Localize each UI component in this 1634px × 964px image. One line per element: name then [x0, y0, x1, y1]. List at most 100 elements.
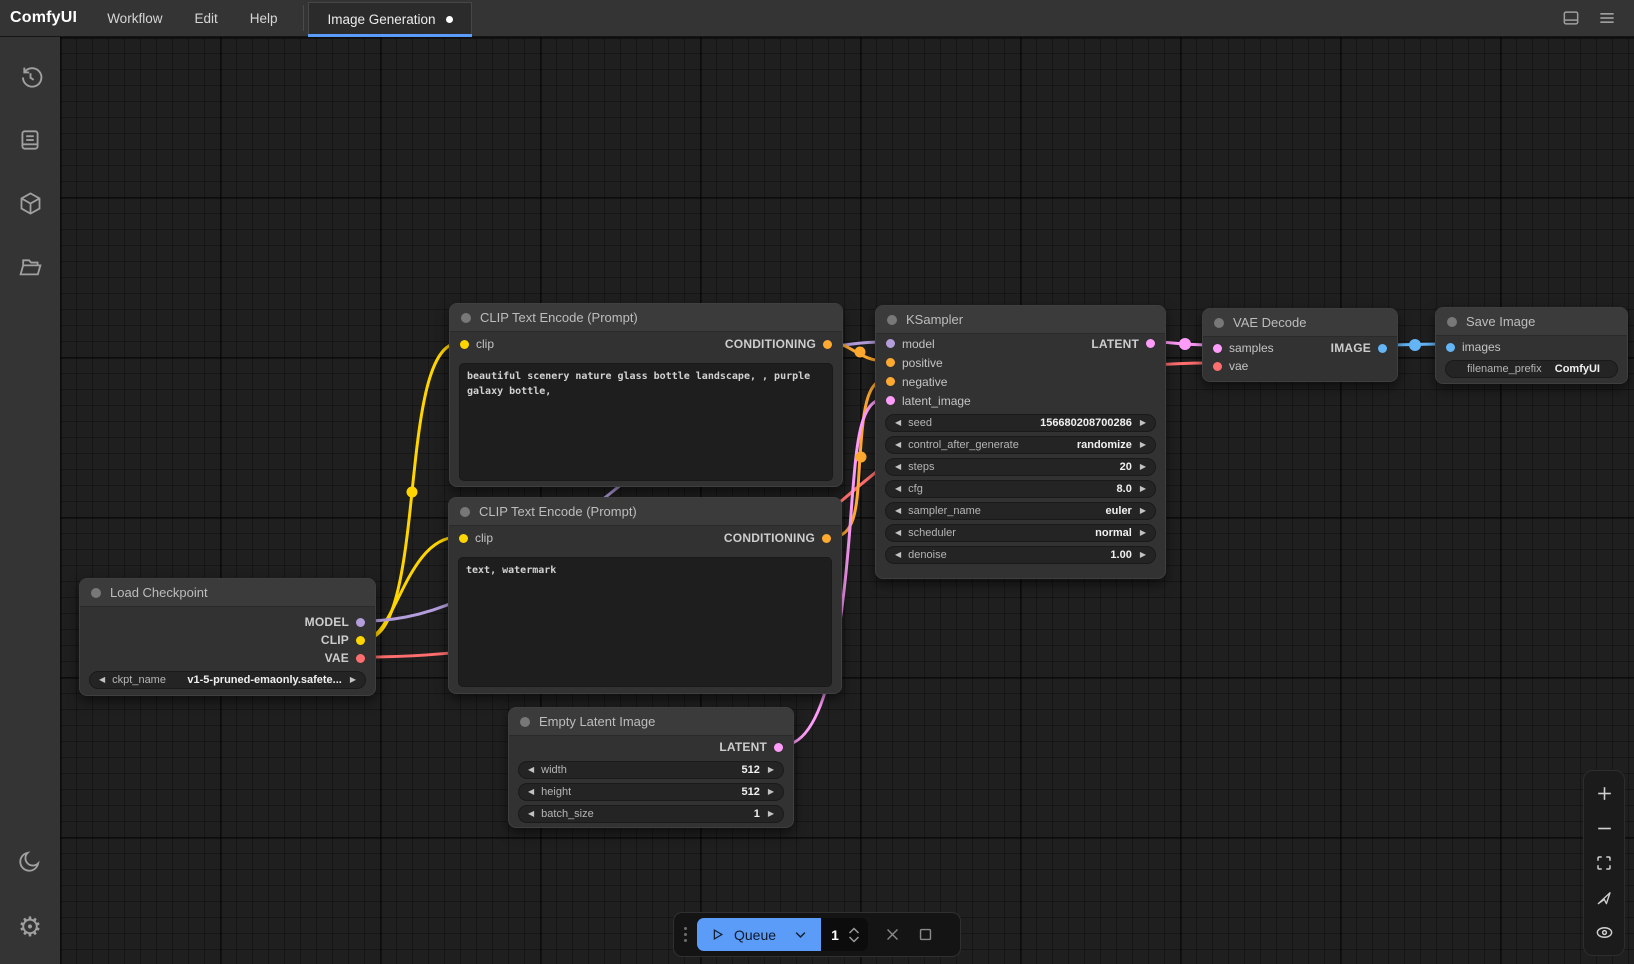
- stepper-up-icon[interactable]: [848, 927, 860, 934]
- widget-control-after-generate[interactable]: ◀ control_after_generate randomize ▶: [885, 436, 1156, 454]
- chevron-down-icon: [793, 927, 808, 942]
- node-title-bar[interactable]: VAE Decode: [1203, 309, 1397, 337]
- widget-steps[interactable]: ◀ steps 20 ▶: [885, 458, 1156, 476]
- widget-ckpt-name[interactable]: ◀ ckpt_name v1-5-pruned-emaonly.safete..…: [89, 671, 366, 689]
- drag-handle[interactable]: [684, 927, 687, 942]
- collapse-dot-icon[interactable]: [520, 717, 530, 727]
- arrow-left-icon[interactable]: ◀: [528, 810, 534, 818]
- port-vae-input[interactable]: [1213, 362, 1222, 371]
- collapse-dot-icon[interactable]: [1214, 318, 1224, 328]
- port-samples-input[interactable]: [1213, 344, 1222, 353]
- node-ksampler[interactable]: KSampler model LATENT positive negative …: [875, 305, 1166, 579]
- zoom-out-button[interactable]: [1592, 816, 1616, 840]
- model-library-icon[interactable]: [0, 180, 60, 226]
- batch-count-input[interactable]: 1: [821, 918, 868, 951]
- collapse-dot-icon[interactable]: [461, 313, 471, 323]
- widget-filename-prefix[interactable]: filename_prefix ComfyUI: [1445, 360, 1618, 378]
- negative-prompt-textarea[interactable]: text, watermark: [458, 557, 832, 687]
- arrow-right-icon[interactable]: ▶: [1140, 419, 1146, 427]
- node-empty-latent-image[interactable]: Empty Latent Image LATENT ◀ width 512 ▶ …: [508, 707, 794, 828]
- arrow-left-icon[interactable]: ◀: [895, 463, 901, 471]
- workflows-folder-icon[interactable]: [0, 243, 60, 289]
- port-image-output[interactable]: [1378, 344, 1387, 353]
- bottom-panel-icon[interactable]: [1560, 7, 1582, 29]
- node-library-icon[interactable]: [0, 117, 60, 163]
- node-vae-decode[interactable]: VAE Decode samples IMAGE vae: [1202, 308, 1398, 382]
- menu-item-help[interactable]: Help: [234, 0, 294, 37]
- node-clip-text-encode-positive[interactable]: CLIP Text Encode (Prompt) clip CONDITION…: [449, 303, 843, 487]
- arrow-left-icon[interactable]: ◀: [895, 507, 901, 515]
- widget-sampler-name[interactable]: ◀ sampler_name euler ▶: [885, 502, 1156, 520]
- port-conditioning-output[interactable]: [823, 340, 832, 349]
- arrow-left-icon[interactable]: ◀: [895, 551, 901, 559]
- menu-item-workflow[interactable]: Workflow: [91, 0, 178, 37]
- collapse-dot-icon[interactable]: [1447, 317, 1457, 327]
- arrow-right-icon[interactable]: ▶: [768, 810, 774, 818]
- widget-cfg[interactable]: ◀ cfg 8.0 ▶: [885, 480, 1156, 498]
- arrow-left-icon[interactable]: ◀: [895, 419, 901, 427]
- port-latent-image-input[interactable]: [886, 396, 895, 405]
- port-negative-input[interactable]: [886, 377, 895, 386]
- node-title-bar[interactable]: Save Image: [1436, 308, 1627, 336]
- port-clip-output[interactable]: [356, 636, 365, 645]
- arrow-left-icon[interactable]: ◀: [895, 529, 901, 537]
- node-title-bar[interactable]: KSampler: [876, 306, 1165, 334]
- collapse-dot-icon[interactable]: [460, 507, 470, 517]
- menu-icon[interactable]: [1596, 7, 1618, 29]
- arrow-right-icon[interactable]: ▶: [1140, 507, 1146, 515]
- clear-queue-button[interactable]: [884, 926, 901, 943]
- port-model-output[interactable]: [356, 618, 365, 627]
- arrow-right-icon[interactable]: ▶: [1140, 551, 1146, 559]
- port-conditioning-output[interactable]: [822, 534, 831, 543]
- widget-batch-size[interactable]: ◀ batch_size 1 ▶: [518, 805, 784, 823]
- port-positive-input[interactable]: [886, 358, 895, 367]
- arrow-right-icon[interactable]: ▶: [1140, 463, 1146, 471]
- fit-view-button[interactable]: [1592, 851, 1616, 875]
- settings-gear-icon[interactable]: ⚙: [0, 904, 60, 950]
- zoom-in-button[interactable]: [1592, 782, 1616, 806]
- widget-width[interactable]: ◀ width 512 ▶: [518, 761, 784, 779]
- menu-item-edit[interactable]: Edit: [178, 0, 233, 37]
- node-title-bar[interactable]: Empty Latent Image: [509, 708, 793, 736]
- arrow-right-icon[interactable]: ▶: [1140, 485, 1146, 493]
- toggle-link-visibility-button[interactable]: [1592, 920, 1616, 944]
- port-model-input[interactable]: [886, 339, 895, 348]
- workflow-tab[interactable]: Image Generation: [308, 2, 471, 37]
- widget-scheduler[interactable]: ◀ scheduler normal ▶: [885, 524, 1156, 542]
- port-latent-output[interactable]: [774, 743, 783, 752]
- arrow-left-icon[interactable]: ◀: [99, 676, 105, 684]
- positive-prompt-textarea[interactable]: beautiful scenery nature glass bottle la…: [459, 363, 833, 481]
- node-clip-text-encode-negative[interactable]: CLIP Text Encode (Prompt) clip CONDITION…: [448, 497, 842, 694]
- arrow-left-icon[interactable]: ◀: [895, 441, 901, 449]
- node-load-checkpoint[interactable]: Load Checkpoint MODEL CLIP VAE ◀ ckpt_na…: [79, 578, 376, 696]
- collapse-dot-icon[interactable]: [887, 315, 897, 325]
- node-graph-canvas[interactable]: [60, 37, 1634, 964]
- widget-height[interactable]: ◀ height 512 ▶: [518, 783, 784, 801]
- widget-denoise[interactable]: ◀ denoise 1.00 ▶: [885, 546, 1156, 564]
- arrow-right-icon[interactable]: ▶: [1140, 529, 1146, 537]
- theme-moon-icon[interactable]: [0, 838, 60, 884]
- arrow-left-icon[interactable]: ◀: [895, 485, 901, 493]
- stepper-down-icon[interactable]: [848, 936, 860, 943]
- arrow-right-icon[interactable]: ▶: [350, 676, 356, 684]
- port-vae-output[interactable]: [356, 654, 365, 663]
- port-images-input[interactable]: [1446, 343, 1455, 352]
- node-save-image[interactable]: Save Image images filename_prefix ComfyU…: [1435, 307, 1628, 384]
- node-title-bar[interactable]: CLIP Text Encode (Prompt): [450, 304, 842, 332]
- collapse-dot-icon[interactable]: [91, 588, 101, 598]
- stop-button[interactable]: [917, 926, 934, 943]
- select-mode-button[interactable]: [1592, 886, 1616, 910]
- node-title-bar[interactable]: CLIP Text Encode (Prompt): [449, 498, 841, 526]
- arrow-right-icon[interactable]: ▶: [768, 788, 774, 796]
- widget-seed[interactable]: ◀ seed 156680208700286 ▶: [885, 414, 1156, 432]
- port-latent-output[interactable]: [1146, 339, 1155, 348]
- arrow-left-icon[interactable]: ◀: [528, 788, 534, 796]
- arrow-right-icon[interactable]: ▶: [768, 766, 774, 774]
- port-clip-input[interactable]: [459, 534, 468, 543]
- arrow-left-icon[interactable]: ◀: [528, 766, 534, 774]
- port-clip-input[interactable]: [460, 340, 469, 349]
- history-icon[interactable]: [0, 54, 60, 100]
- queue-button[interactable]: Queue: [697, 918, 821, 951]
- arrow-right-icon[interactable]: ▶: [1140, 441, 1146, 449]
- node-title-bar[interactable]: Load Checkpoint: [80, 579, 375, 607]
